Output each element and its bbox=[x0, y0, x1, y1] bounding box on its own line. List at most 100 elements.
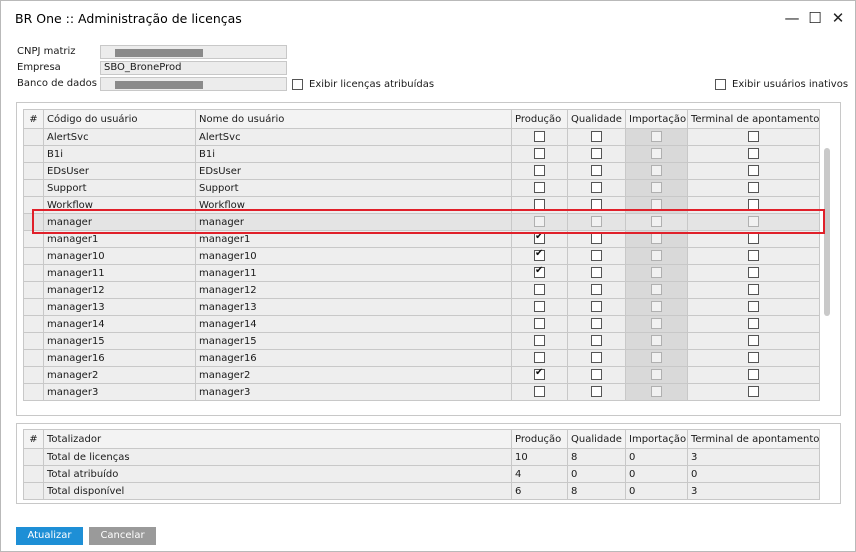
producao-checkbox[interactable] bbox=[534, 386, 545, 398]
qualidade-checkbox-cell[interactable] bbox=[567, 264, 626, 282]
producao-checkbox-cell[interactable] bbox=[511, 264, 568, 282]
table-row[interactable]: manager10 manager10 bbox=[23, 247, 821, 265]
qualidade-checkbox-cell[interactable] bbox=[567, 230, 626, 248]
qualidade-checkbox[interactable] bbox=[591, 284, 602, 296]
check-icon[interactable] bbox=[534, 249, 545, 262]
importacao-checkbox-cell[interactable] bbox=[625, 179, 688, 197]
producao-checkbox-cell[interactable] bbox=[511, 145, 568, 163]
producao-checkbox[interactable] bbox=[534, 131, 545, 143]
qualidade-checkbox-cell[interactable] bbox=[567, 383, 626, 401]
table-row[interactable]: B1i B1i bbox=[23, 145, 821, 163]
producao-checkbox[interactable] bbox=[534, 165, 545, 177]
importacao-checkbox-cell[interactable] bbox=[625, 196, 688, 214]
terminal-checkbox[interactable] bbox=[748, 148, 760, 160]
qualidade-checkbox-cell[interactable] bbox=[567, 128, 626, 146]
producao-checkbox-cell[interactable] bbox=[511, 162, 568, 180]
table-row[interactable]: manager3 manager3 bbox=[23, 383, 821, 401]
importacao-checkbox-cell[interactable] bbox=[625, 230, 688, 248]
producao-checkbox[interactable] bbox=[534, 318, 545, 330]
terminal-checkbox-cell[interactable] bbox=[686, 332, 821, 350]
producao-checkbox[interactable] bbox=[534, 182, 545, 194]
producao-checkbox[interactable] bbox=[534, 335, 545, 347]
qualidade-checkbox-cell[interactable] bbox=[567, 145, 626, 163]
col-header-codigo[interactable]: Código do usuário bbox=[43, 109, 196, 129]
qualidade-checkbox-cell[interactable] bbox=[567, 162, 626, 180]
qualidade-checkbox[interactable] bbox=[591, 233, 602, 245]
qualidade-checkbox[interactable] bbox=[591, 267, 602, 279]
qualidade-checkbox[interactable] bbox=[591, 165, 602, 177]
terminal-checkbox[interactable] bbox=[748, 318, 760, 330]
exibir-inativos-checkbox[interactable] bbox=[715, 79, 726, 90]
importacao-checkbox-cell[interactable] bbox=[625, 145, 688, 163]
terminal-checkbox[interactable] bbox=[748, 250, 760, 262]
qualidade-checkbox-cell[interactable] bbox=[567, 196, 626, 214]
table-row[interactable]: manager2 manager2 bbox=[23, 366, 821, 384]
terminal-checkbox-cell[interactable] bbox=[686, 383, 821, 401]
producao-checkbox[interactable] bbox=[534, 199, 545, 211]
table-row[interactable]: Support Support bbox=[23, 179, 821, 197]
producao-checkbox-cell[interactable] bbox=[511, 366, 568, 384]
producao-checkbox-cell[interactable] bbox=[511, 247, 568, 265]
qualidade-checkbox[interactable] bbox=[591, 352, 602, 364]
col-header-terminal[interactable]: Terminal de apontamento bbox=[686, 109, 821, 129]
terminal-checkbox[interactable] bbox=[748, 301, 760, 313]
col-header-nome[interactable]: Nome do usuário bbox=[195, 109, 512, 129]
terminal-checkbox[interactable] bbox=[748, 369, 760, 381]
table-row[interactable]: manager15 manager15 bbox=[23, 332, 821, 350]
atualizar-button[interactable]: Atualizar bbox=[16, 527, 83, 545]
terminal-checkbox-cell[interactable] bbox=[686, 145, 821, 163]
producao-checkbox[interactable] bbox=[534, 148, 545, 160]
table-row[interactable]: manager14 manager14 bbox=[23, 315, 821, 333]
table-row[interactable]: manager1 manager1 bbox=[23, 230, 821, 248]
qualidade-checkbox[interactable] bbox=[591, 386, 602, 398]
terminal-checkbox-cell[interactable] bbox=[686, 162, 821, 180]
importacao-checkbox-cell[interactable] bbox=[625, 332, 688, 350]
table-row[interactable]: manager12 manager12 bbox=[23, 281, 821, 299]
minimize-icon[interactable]: — bbox=[781, 7, 803, 29]
qualidade-checkbox[interactable] bbox=[591, 335, 602, 347]
qualidade-checkbox-cell[interactable] bbox=[567, 315, 626, 333]
check-icon[interactable] bbox=[534, 232, 545, 245]
terminal-checkbox[interactable] bbox=[748, 284, 760, 296]
importacao-checkbox-cell[interactable] bbox=[625, 281, 688, 299]
col-header-importacao[interactable]: Importação bbox=[625, 109, 688, 129]
terminal-checkbox[interactable] bbox=[748, 165, 760, 177]
check-icon[interactable] bbox=[534, 266, 545, 279]
check-icon[interactable] bbox=[534, 368, 545, 381]
cancelar-button[interactable]: Cancelar bbox=[89, 527, 156, 545]
qualidade-checkbox-cell[interactable] bbox=[567, 213, 626, 231]
importacao-checkbox-cell[interactable] bbox=[625, 315, 688, 333]
qualidade-checkbox[interactable] bbox=[591, 131, 602, 143]
terminal-checkbox-cell[interactable] bbox=[686, 247, 821, 265]
producao-checkbox-cell[interactable] bbox=[511, 349, 568, 367]
table-row[interactable]: manager11 manager11 bbox=[23, 264, 821, 282]
table-row[interactable]: manager16 manager16 bbox=[23, 349, 821, 367]
importacao-checkbox-cell[interactable] bbox=[625, 366, 688, 384]
table-row[interactable]: AlertSvc AlertSvc bbox=[23, 128, 821, 146]
terminal-checkbox-cell[interactable] bbox=[686, 213, 821, 231]
terminal-checkbox-cell[interactable] bbox=[686, 281, 821, 299]
qualidade-checkbox[interactable] bbox=[591, 318, 602, 330]
maximize-icon[interactable]: ☐ bbox=[804, 7, 826, 29]
terminal-checkbox[interactable] bbox=[748, 199, 760, 211]
users-scrollbar[interactable] bbox=[824, 148, 830, 316]
producao-checkbox-cell[interactable] bbox=[511, 128, 568, 146]
banco-field[interactable] bbox=[100, 77, 287, 91]
importacao-checkbox-cell[interactable] bbox=[625, 298, 688, 316]
terminal-checkbox[interactable] bbox=[748, 182, 760, 194]
exibir-atribuidas-checkbox[interactable] bbox=[292, 79, 303, 90]
table-row[interactable]: manager manager bbox=[23, 213, 821, 231]
producao-checkbox-cell[interactable] bbox=[511, 213, 568, 231]
importacao-checkbox-cell[interactable] bbox=[625, 264, 688, 282]
producao-checkbox-cell[interactable] bbox=[511, 281, 568, 299]
producao-checkbox-cell[interactable] bbox=[511, 315, 568, 333]
importacao-checkbox-cell[interactable] bbox=[625, 247, 688, 265]
col-header-producao[interactable]: Produção bbox=[511, 109, 568, 129]
terminal-checkbox-cell[interactable] bbox=[686, 128, 821, 146]
terminal-checkbox[interactable] bbox=[748, 267, 760, 279]
qualidade-checkbox-cell[interactable] bbox=[567, 298, 626, 316]
qualidade-checkbox[interactable] bbox=[591, 148, 602, 160]
qualidade-checkbox[interactable] bbox=[591, 301, 602, 313]
table-row[interactable]: EDsUser EDsUser bbox=[23, 162, 821, 180]
importacao-checkbox-cell[interactable] bbox=[625, 349, 688, 367]
